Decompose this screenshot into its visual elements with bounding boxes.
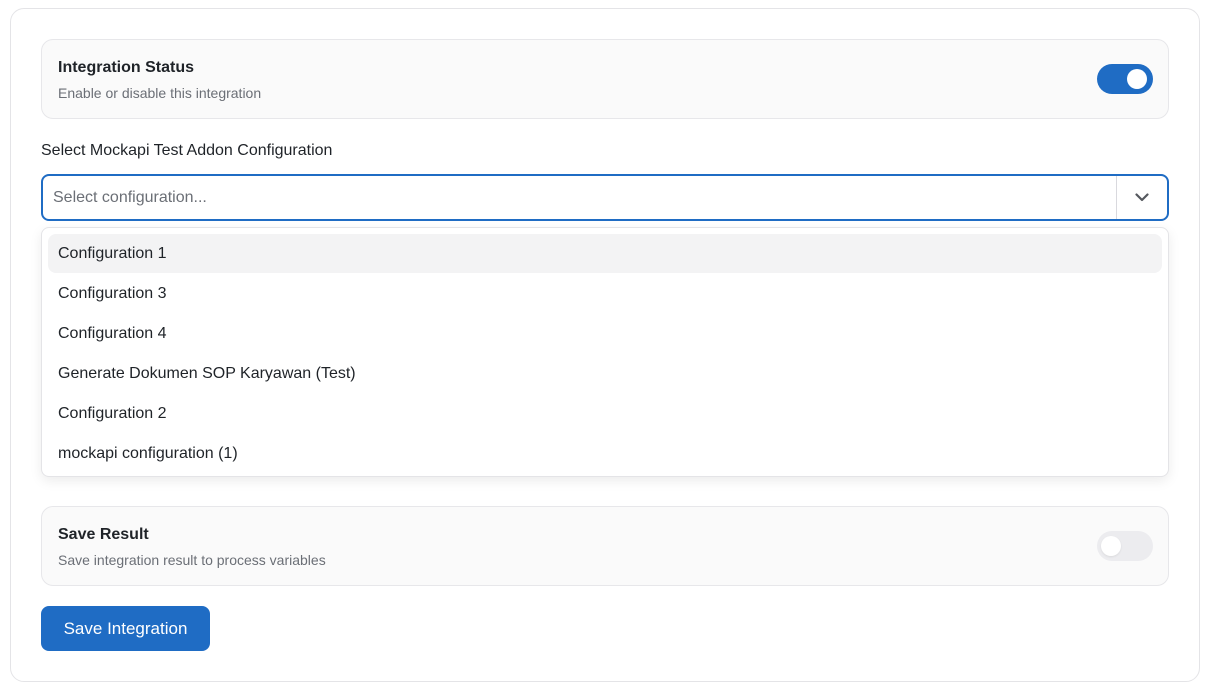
dropdown-option[interactable]: Generate Dokumen SOP Karyawan (Test) <box>48 354 1162 393</box>
toggle-knob <box>1127 69 1147 89</box>
integration-status-title: Integration Status <box>58 59 195 76</box>
config-select[interactable]: Select configuration... <box>41 174 1169 221</box>
integration-status-description: Enable or disable this integration <box>58 85 262 101</box>
config-dropdown-menu: Configuration 1 Configuration 3 Configur… <box>41 227 1169 477</box>
dropdown-option[interactable]: Configuration 4 <box>48 314 1162 353</box>
dropdown-option[interactable]: mockapi configuration (1) <box>48 434 1162 473</box>
integration-status-panel: Integration Status Enable or disable thi… <box>41 39 1169 119</box>
config-select-label: Select Mockapi Test Addon Configuration <box>41 142 333 159</box>
config-select-placeholder: Select configuration... <box>53 189 207 206</box>
dropdown-option[interactable]: Configuration 2 <box>48 394 1162 433</box>
save-result-title: Save Result <box>58 526 149 543</box>
save-result-description: Save integration result to process varia… <box>58 552 326 568</box>
save-result-panel: Save Result Save integration result to p… <box>41 506 1169 586</box>
integration-status-toggle[interactable] <box>1097 64 1153 94</box>
dropdown-option[interactable]: Configuration 1 <box>48 234 1162 273</box>
save-result-toggle[interactable] <box>1097 531 1153 561</box>
chevron-down-icon[interactable] <box>1117 176 1167 219</box>
save-integration-button[interactable]: Save Integration <box>41 606 210 651</box>
toggle-knob <box>1101 536 1121 556</box>
dropdown-option[interactable]: Configuration 3 <box>48 274 1162 313</box>
